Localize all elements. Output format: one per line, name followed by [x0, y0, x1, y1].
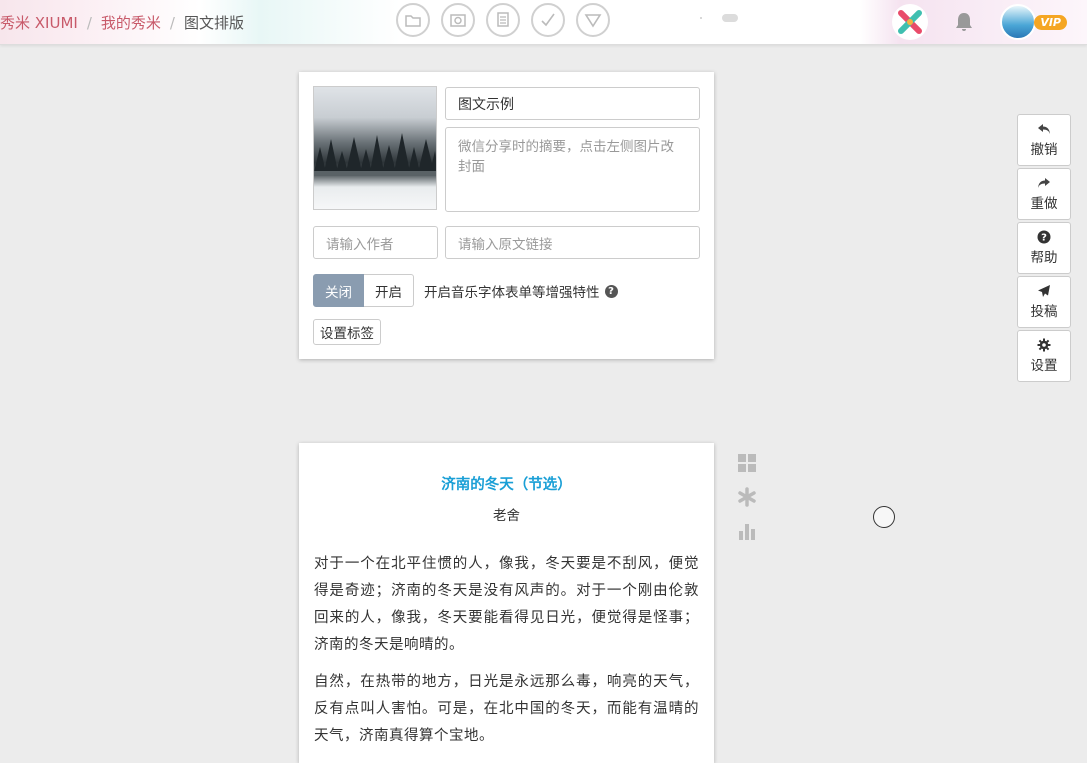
breadcrumb-separator: / — [169, 13, 175, 32]
xiumi-logo-icon[interactable] — [892, 4, 929, 40]
mouse-cursor — [873, 506, 895, 528]
top-bar: 秀米 XIUMI / 我的秀米 / 图文排版 VIP — [0, 0, 1087, 45]
bell-icon[interactable] — [946, 4, 982, 40]
article-body[interactable]: 对于一个在北平住惯的人，像我，冬天要是不刮风，便觉得是奇迹；济南的冬天是没有风声… — [314, 551, 699, 760]
svg-text:?: ? — [1041, 233, 1047, 244]
undo-label: 撤销 — [1030, 142, 1058, 158]
question-circle-icon: ? — [1037, 230, 1051, 244]
side-tools — [737, 453, 757, 541]
avatar — [1000, 4, 1037, 40]
article-preview-card[interactable]: 济南的冬天（节选） 老舍 对于一个在北平住惯的人，像我，冬天要是不刮风，便觉得是… — [299, 443, 714, 763]
preview-icon[interactable] — [441, 3, 475, 37]
right-panel: 撤销 重做 ? 帮助 投稿 设置 — [1017, 114, 1071, 382]
source-link-input[interactable]: 请输入原文链接 — [445, 226, 700, 259]
author-input[interactable]: 请输入作者 — [313, 226, 438, 259]
breadcrumb-home-link[interactable]: 秀米 XIUMI — [0, 12, 78, 33]
settings-button[interactable]: 设置 — [1017, 330, 1071, 382]
help-label: 帮助 — [1030, 250, 1058, 266]
grid-icon[interactable] — [737, 453, 757, 473]
breadcrumb-current: 图文排版 — [183, 14, 244, 32]
redo-label: 重做 — [1030, 196, 1058, 212]
article-settings-card: 图文示例 微信分享时的摘要，点击左侧图片改封面 请输入作者 请输入原文链接 关闭… — [299, 72, 714, 359]
paper-plane-icon — [1038, 285, 1050, 297]
article-paragraph[interactable]: 自然，在热带的地方，日光是永远那么毒，响亮的天气，反有点叫人害怕。可是，在北中国… — [314, 669, 699, 750]
redo-button[interactable]: 重做 — [1017, 168, 1071, 220]
submit-button[interactable]: 投稿 — [1017, 276, 1071, 328]
settings-label: 设置 — [1030, 358, 1058, 374]
asterisk-icon[interactable] — [737, 487, 757, 507]
decor — [700, 14, 738, 22]
top-right-area: VIP — [892, 4, 1067, 40]
dot-icon — [700, 17, 702, 19]
breadcrumb-mine-link[interactable]: 我的秀米 — [101, 12, 161, 33]
download-icon[interactable] — [576, 3, 610, 37]
enhance-label-text: 开启音乐字体表单等增强特性 — [424, 285, 600, 301]
title-input[interactable]: 图文示例 — [445, 87, 700, 120]
toolbar — [396, 3, 610, 37]
toggle-on-button[interactable]: 开启 — [364, 274, 414, 307]
question-icon[interactable]: ? — [604, 284, 618, 298]
user-menu[interactable]: VIP — [1000, 4, 1067, 40]
enhance-toggle: 关闭 开启 — [313, 274, 414, 307]
undo-icon — [1038, 124, 1050, 134]
gear-icon — [1037, 338, 1051, 352]
summary-textarea[interactable]: 微信分享时的摘要，点击左侧图片改封面 — [445, 127, 700, 212]
check-icon[interactable] — [531, 3, 565, 37]
cover-image[interactable] — [313, 86, 437, 210]
bar-chart-icon[interactable] — [737, 521, 757, 541]
toggle-off-button[interactable]: 关闭 — [313, 274, 364, 307]
folder-icon[interactable] — [396, 3, 430, 37]
breadcrumb: 秀米 XIUMI / 我的秀米 / 图文排版 — [0, 12, 244, 33]
undo-button[interactable]: 撤销 — [1017, 114, 1071, 166]
breadcrumb-separator: / — [86, 13, 92, 32]
vip-badge: VIP — [1034, 14, 1067, 30]
article-paragraph[interactable]: 对于一个在北平住惯的人，像我，冬天要是不刮风，便觉得是奇迹；济南的冬天是没有风声… — [314, 551, 699, 659]
article-title[interactable]: 济南的冬天（节选） — [299, 473, 714, 494]
help-button[interactable]: ? 帮助 — [1017, 222, 1071, 274]
article-author[interactable]: 老舍 — [299, 504, 714, 524]
enhance-label: 开启音乐字体表单等增强特性 ? — [424, 281, 618, 301]
submit-label: 投稿 — [1030, 304, 1058, 320]
copy-icon[interactable] — [486, 3, 520, 37]
cloud-icon — [722, 14, 738, 22]
redo-icon — [1038, 178, 1050, 188]
set-tags-button[interactable]: 设置标签 — [313, 319, 381, 345]
